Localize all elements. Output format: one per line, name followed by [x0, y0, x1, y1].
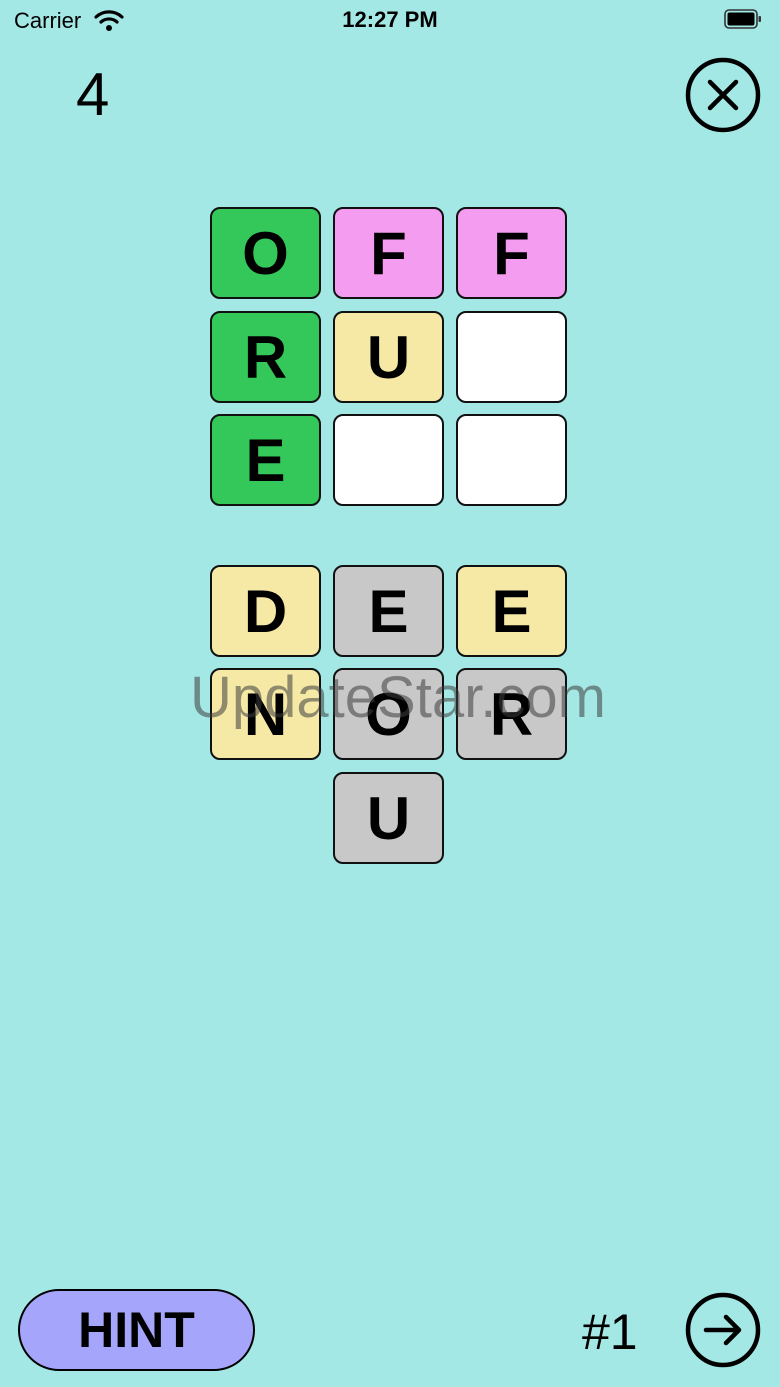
close-button[interactable]	[684, 56, 762, 134]
board-tile[interactable]: E	[210, 414, 321, 506]
status-bar: Carrier 12:27 PM	[0, 0, 780, 40]
arrow-right-circle-icon	[685, 1292, 761, 1368]
next-button[interactable]	[684, 1291, 762, 1369]
clock: 12:27 PM	[342, 7, 438, 32]
pool-tile[interactable]: E	[333, 565, 444, 657]
board-tile[interactable]: O	[210, 207, 321, 299]
level-label: #1	[582, 1304, 638, 1360]
board-tile-empty[interactable]	[456, 311, 567, 403]
pool-tile[interactable]: D	[210, 565, 321, 657]
board-tile-empty[interactable]	[456, 414, 567, 506]
close-circle-icon	[685, 57, 761, 133]
board-tile-empty[interactable]	[333, 414, 444, 506]
pool-tile[interactable]: U	[333, 772, 444, 864]
pool-tile[interactable]: O	[333, 668, 444, 760]
battery-icon	[724, 9, 761, 29]
pool-tile[interactable]: E	[456, 565, 567, 657]
hint-button[interactable]: HINT	[18, 1289, 255, 1371]
board-tile[interactable]: F	[456, 207, 567, 299]
pool-tile[interactable]: N	[210, 668, 321, 760]
board-tile[interactable]: F	[333, 207, 444, 299]
board-tile[interactable]: R	[210, 311, 321, 403]
pool-tile[interactable]: R	[456, 668, 567, 760]
score: 4	[76, 61, 110, 128]
board-tile[interactable]: U	[333, 311, 444, 403]
